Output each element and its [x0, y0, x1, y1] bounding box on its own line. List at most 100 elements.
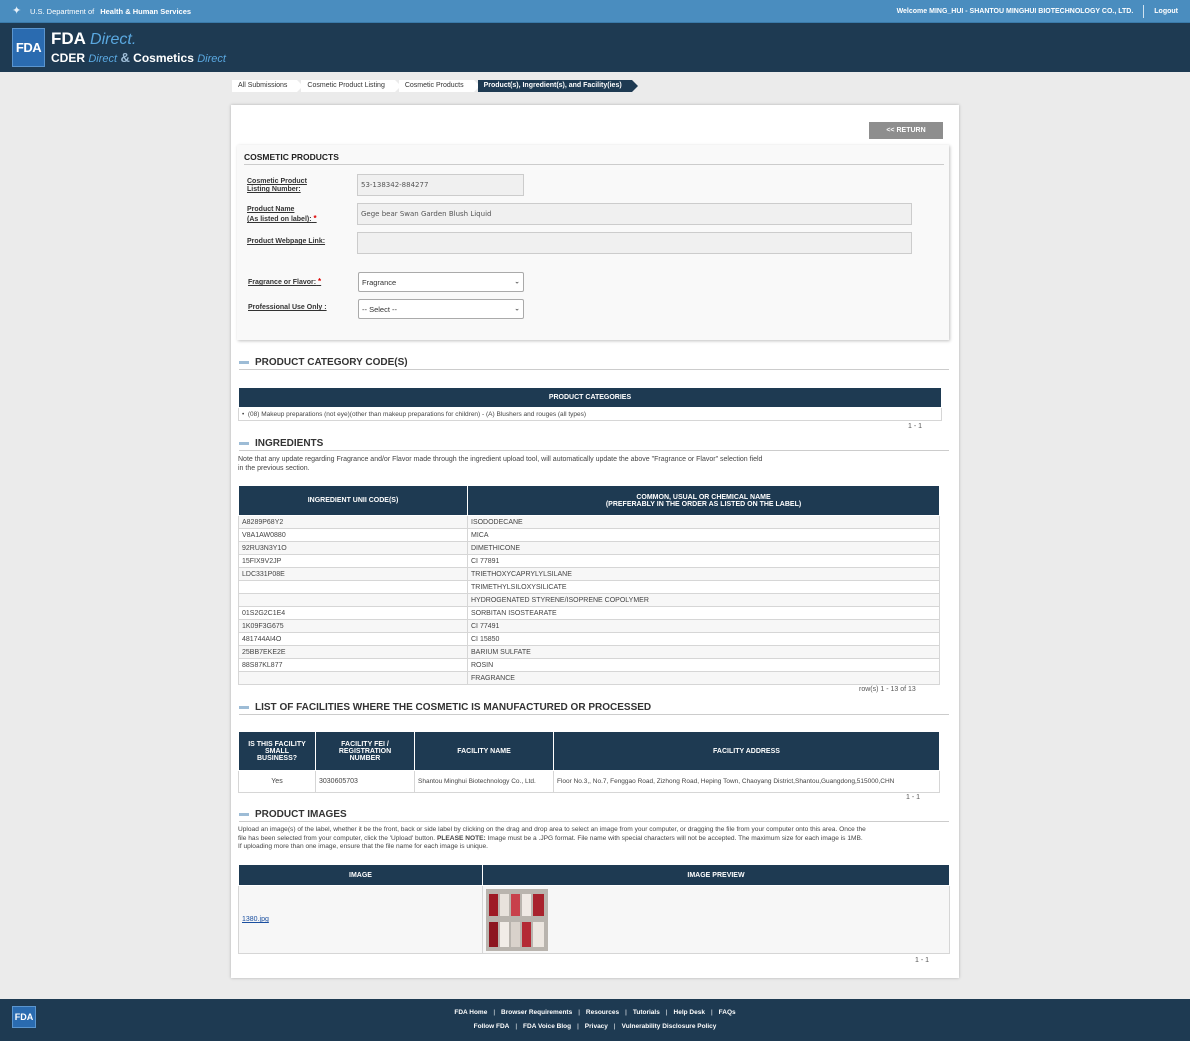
footer-separator: |: [710, 1009, 713, 1016]
facilities-table: IS THIS FACILITY SMALL BUSINESS? FACILITY …: [238, 731, 940, 793]
footer-link[interactable]: Resources: [586, 1009, 619, 1016]
fragrance-label-text: Fragrance or Flavor:: [248, 279, 317, 286]
brand-cder: CDER: [51, 51, 86, 65]
breadcrumb-all-submissions[interactable]: All Submissions: [232, 80, 304, 92]
ingredient-name-cell: CI 15850: [467, 632, 940, 646]
chevron-down-icon: ⌄: [514, 305, 520, 313]
ingredients-section-title: INGREDIENTS: [255, 438, 324, 449]
footer-link[interactable]: Help Desk: [674, 1009, 705, 1016]
collapse-icon[interactable]: [239, 813, 249, 816]
required-mark: *: [318, 277, 322, 286]
professional-use-label: Professional Use Only :: [248, 304, 327, 311]
professional-use-select-value: -- Select --: [362, 304, 398, 314]
chevron-down-icon: ⌄: [514, 278, 520, 286]
ingredient-name-header: COMMON, USUAL OR CHEMICAL NAME (PREFERABL…: [467, 485, 940, 516]
professional-use-select[interactable]: -- Select -- ⌄: [358, 299, 524, 319]
small-business-cell: Yes: [238, 770, 316, 793]
footer-separator: |: [613, 1023, 616, 1030]
footer-link[interactable]: FAQs: [719, 1009, 736, 1016]
image-preview-thumbnail[interactable]: [486, 888, 548, 951]
brand-cder-direct: Direct: [88, 53, 118, 65]
brand-direct: Direct.: [90, 31, 137, 48]
hhs-branding: ✦ U.S. Department of Health & Human Servi…: [12, 5, 191, 17]
hhs-prefix: U.S. Department of: [30, 6, 95, 16]
fei-header-line2: REGISTRATION: [338, 747, 392, 755]
footer-link[interactable]: Privacy: [585, 1023, 608, 1030]
logout-link[interactable]: Logout: [1154, 8, 1178, 15]
images-note: Upload an image(s) of the label, whether…: [238, 826, 952, 852]
footer-link[interactable]: FDA Voice Blog: [523, 1023, 571, 1030]
return-button[interactable]: << RETURN: [869, 122, 943, 139]
ingredient-row: LDC331P08E TRIETHOXYCAPRYLYLSILANE: [238, 567, 940, 581]
ingredient-name-cell: CI 77891: [467, 554, 940, 568]
ingredient-code-cell: [238, 593, 468, 607]
brand-cosmetics-direct: Direct: [197, 53, 226, 65]
facilities-section-title: LIST OF FACILITIES WHERE THE COSMETIC IS…: [255, 702, 652, 713]
footer-separator: |: [515, 1023, 518, 1030]
images-table: IMAGE IMAGE PREVIEW 1380.jpg: [238, 864, 950, 954]
ingredient-row: TRIMETHYLSILOXYSILICATE: [238, 580, 940, 594]
welcome-text: Welcome MING_HUI - SHANTOU MINGHUI BIOTE…: [896, 7, 1134, 15]
ingredient-code-cell: LDC331P08E: [238, 567, 468, 581]
ingredients-pager: row(s) 1 - 13 of 13: [859, 686, 916, 693]
ingredient-name-cell: CI 77491: [467, 619, 940, 633]
fragrance-select-value: Fragrance: [362, 277, 397, 287]
footer-link[interactable]: Follow FDA: [474, 1023, 510, 1030]
images-section-title: PRODUCT IMAGES: [255, 809, 347, 820]
ingredient-row: V8A1AW0880 MICA: [238, 528, 940, 542]
breadcrumb-cosmetic-products[interactable]: Cosmetic Products: [398, 80, 480, 92]
brand-amp: &: [120, 50, 130, 65]
ingredient-code-cell: 92RU3N3Y1O: [238, 541, 468, 555]
collapse-icon[interactable]: [239, 706, 249, 709]
ingredient-row: 88S87KL877 ROSIN: [238, 658, 940, 672]
ingredients-table-body: A8289P68Y2 ISODODECANE V8A1AW0880 MICA 92RU3…: [238, 515, 940, 685]
collapse-icon[interactable]: [239, 442, 249, 445]
facilities-section-header: LIST OF FACILITIES WHERE THE COSMETIC IS…: [239, 702, 949, 715]
image-file-link[interactable]: 1380.jpg: [242, 916, 269, 923]
footer-link[interactable]: Browser Requirements: [501, 1009, 572, 1016]
webpage-link-field[interactable]: [357, 232, 912, 254]
hhs-eagle-icon: ✦: [12, 5, 22, 17]
listing-number-field[interactable]: 53-138342-884277: [357, 174, 524, 196]
footer-separator: |: [493, 1009, 496, 1016]
footer-link[interactable]: Tutorials: [633, 1009, 660, 1016]
facility-row: Yes 3030605703 Shantou Minghui Biotechno…: [238, 770, 940, 793]
ingredient-row: A8289P68Y2 ISODODECANE: [238, 515, 940, 529]
fragrance-select[interactable]: Fragrance ⌄: [358, 272, 524, 292]
product-name-field[interactable]: Gege bear Swan Garden Blush Liquid: [357, 203, 912, 225]
ingredient-name-cell: SORBITAN ISOSTEARATE: [467, 606, 940, 620]
image-header: IMAGE: [238, 864, 483, 886]
footer-separator: |: [577, 1023, 579, 1030]
ingredient-row: 01S2G2C1E4 SORBITAN ISOSTEARATE: [238, 606, 940, 620]
small-business-header: IS THIS FACILITY SMALL BUSINESS?: [238, 731, 316, 771]
ingredient-code-cell: 1K09F3G675: [238, 619, 468, 633]
footer-separator: |: [665, 1009, 668, 1016]
images-note-line1: Upload an image(s) of the label, whether…: [238, 826, 866, 833]
fei-header: FACILITY FEI / REGISTRATION NUMBER: [315, 731, 415, 771]
ingredient-name-cell: ISODODECANE: [467, 515, 940, 529]
images-note-emphasis: PLEASE NOTE:: [436, 834, 486, 842]
collapse-icon[interactable]: [239, 361, 249, 364]
category-row: • (08) Makeup preparations (not eye)(oth…: [238, 407, 942, 421]
listing-number-label: Cosmetic Product Listing Number:: [247, 178, 307, 195]
ingredient-name-cell: TRIMETHYLSILOXYSILICATE: [467, 580, 940, 594]
footer-links-row2: Follow FDA | FDA Voice Blog | Privacy | Vulner…: [0, 1023, 1190, 1030]
breadcrumb-product-listing[interactable]: Cosmetic Product Listing: [301, 80, 402, 92]
ingredient-code-cell: 15FIX9V2JP: [238, 554, 468, 568]
breadcrumb: All Submissions Cosmetic Product Listing…: [232, 80, 638, 92]
ingredient-code-cell: 01S2G2C1E4: [238, 606, 468, 620]
webpage-link-label: Product Webpage Link:: [247, 238, 326, 245]
ingredient-name-cell: FRAGRANCE: [467, 671, 940, 685]
listing-label-line2: Listing Number:: [247, 186, 301, 194]
listing-label-line1: Cosmetic Product: [247, 178, 307, 185]
fragrance-label: Fragrance or Flavor: *: [248, 277, 321, 287]
category-table: PRODUCT CATEGORIES • (08) Makeup prepara…: [238, 387, 942, 421]
footer-link[interactable]: Vulnerability Disclosure Policy: [622, 1023, 717, 1030]
ingredient-code-cell: 481744AI4O: [238, 632, 468, 646]
image-row: 1380.jpg: [238, 885, 950, 954]
footer-link[interactable]: FDA Home: [454, 1009, 487, 1016]
footer: FDA FDA Home | Browser Requirements | Resour…: [0, 999, 1190, 1041]
ingredient-name-cell: MICA: [467, 528, 940, 542]
fda-logo[interactable]: FDA: [12, 28, 45, 67]
facility-address-cell: Floor No.3,, No.7, Fenggao Road, Zizhong…: [553, 770, 940, 793]
